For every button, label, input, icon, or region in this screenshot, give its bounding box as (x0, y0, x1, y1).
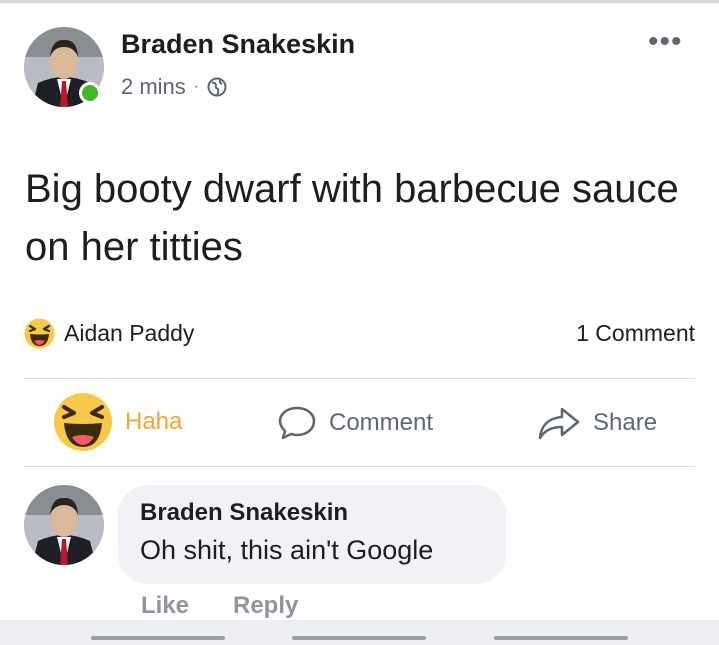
comment-text: Oh shit, this ain't Google (140, 535, 434, 565)
top-border (0, 0, 719, 3)
haha-label: Haha (125, 408, 183, 435)
nav-indicator (91, 636, 225, 640)
divider (24, 378, 695, 379)
post-time[interactable]: 2 mins (121, 74, 186, 100)
comment-bubble: Braden Snakeskin Oh shit, this ain't Goo… (118, 485, 506, 584)
online-status-dot (79, 82, 101, 104)
more-dots-icon[interactable]: ••• (648, 27, 683, 57)
haha-reaction-button[interactable]: Haha (53, 392, 182, 452)
commenter-avatar[interactable] (24, 485, 104, 565)
comment-author-name[interactable]: Braden Snakeskin (140, 499, 506, 527)
share-button[interactable]: Share (537, 405, 657, 441)
nav-indicator (494, 636, 628, 640)
nav-indicator (292, 636, 426, 640)
post-meta: 2 mins · (121, 74, 227, 100)
post-text: Big booty dwarf with barbecue sauce on h… (25, 167, 679, 269)
haha-emoji-icon[interactable] (24, 318, 55, 349)
divider (24, 466, 695, 467)
meta-separator: · (193, 78, 200, 95)
comment-label: Comment (329, 409, 434, 436)
comment-reply-button[interactable]: Reply (233, 592, 298, 620)
share-label: Share (593, 409, 658, 436)
comment-bubble-icon (278, 406, 316, 440)
comment-button[interactable]: Comment (277, 405, 433, 441)
haha-emoji-icon (54, 393, 112, 451)
share-arrow-icon (538, 407, 580, 440)
bottom-bar (0, 620, 719, 645)
comment-count[interactable]: 1 Comment (576, 320, 695, 347)
comment-like-button[interactable]: Like (141, 592, 189, 620)
reactor-name[interactable]: Aidan Paddy (64, 320, 194, 347)
globe-icon (207, 77, 227, 97)
post-author-name[interactable]: Braden Snakeskin (121, 29, 355, 60)
